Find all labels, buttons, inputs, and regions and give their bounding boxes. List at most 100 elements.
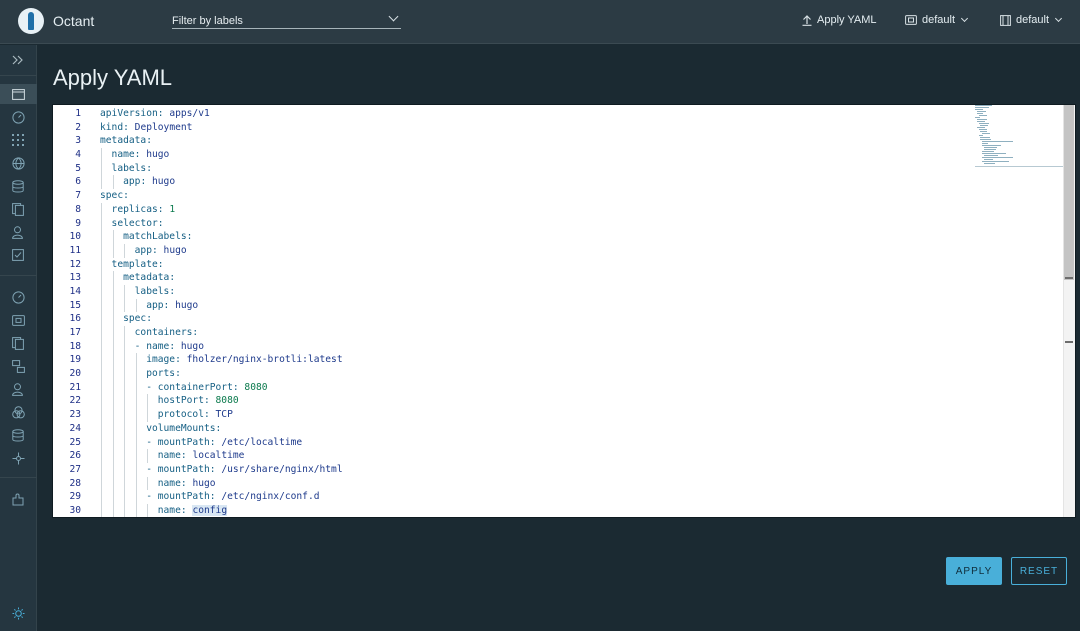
yaml-separator: : <box>169 340 181 352</box>
yaml-separator: : <box>209 436 222 448</box>
line-number: 18 <box>69 340 81 352</box>
namespace-select[interactable]: default <box>905 14 969 26</box>
line-number: 15 <box>69 299 81 311</box>
editor-line: 23 protocol: TCP <box>53 408 1063 422</box>
editor-line: 18 - name: hugo <box>53 339 1063 354</box>
code-text: containers: <box>100 326 199 340</box>
sidebar-divider <box>0 75 37 76</box>
reset-button[interactable]: RESET <box>1011 557 1067 585</box>
events-icon[interactable] <box>10 247 26 263</box>
code-text: name: hugo <box>100 477 216 491</box>
code-text: - mountPath: /etc/nginx/conf.d <box>100 490 319 504</box>
minimap-line <box>976 121 985 122</box>
yaml-value: 1 <box>169 203 176 215</box>
minimap-line <box>976 127 985 128</box>
overview-icon[interactable] <box>10 86 26 102</box>
editor-line: 30 name: config <box>53 503 1063 517</box>
code-text: apiVersion: apps/v1 <box>100 107 210 121</box>
config-files-icon[interactable] <box>10 201 26 217</box>
minimap-line <box>978 115 987 116</box>
yaml-separator: : <box>186 231 193 243</box>
network-globe-icon[interactable] <box>10 155 26 171</box>
editor-scrollbar-thumb[interactable] <box>1064 105 1074 280</box>
yaml-value: 8080 <box>244 381 268 393</box>
code-text: protocol: TCP <box>100 408 233 422</box>
yaml-separator: : <box>175 354 187 366</box>
editor-line: 7 spec: <box>53 189 1063 203</box>
line-number: 11 <box>69 244 81 256</box>
port-forward-icon[interactable] <box>10 404 26 420</box>
yaml-separator: : <box>123 190 129 202</box>
custom-resources-icon[interactable] <box>10 335 26 351</box>
brand[interactable]: Octant <box>18 8 94 34</box>
line-number: 26 <box>69 450 81 462</box>
line-number: 24 <box>69 422 81 434</box>
context-select[interactable]: default <box>1000 14 1063 26</box>
cluster-dashboard-icon[interactable] <box>10 289 26 305</box>
theme-toggle-icon[interactable] <box>10 605 26 621</box>
editor-line: 4 name: hugo <box>53 148 1063 162</box>
yaml-value: hugo <box>146 149 170 161</box>
editor-line: 11 app: hugo <box>53 243 1063 258</box>
minimap-line <box>975 105 993 106</box>
octant-logo-icon <box>18 8 44 34</box>
yaml-separator: : <box>163 299 176 311</box>
editor-minimap[interactable] <box>975 105 1065 169</box>
line-number: 8 <box>75 203 81 215</box>
storage-classes-icon[interactable] <box>10 427 26 443</box>
editor-line: 5 labels: <box>53 161 1063 176</box>
yaml-separator: : <box>123 121 135 133</box>
yaml-key: labels <box>100 285 170 297</box>
expand-icon[interactable] <box>10 52 26 68</box>
line-number: 5 <box>75 162 81 174</box>
plugin-icon[interactable] <box>10 491 26 507</box>
yaml-editor[interactable]: 1 apiVersion: apps/v1 2 kind: Deployment 3 me… <box>52 104 1076 518</box>
dashboard-icon[interactable] <box>10 109 26 125</box>
apply-yaml-label: Apply YAML <box>817 14 877 26</box>
yaml-separator: : <box>169 272 176 284</box>
minimap-line <box>980 137 991 138</box>
code-text: name: config <box>100 504 228 517</box>
workloads-grid-icon[interactable] <box>10 132 26 148</box>
yaml-key: containers <box>100 327 193 338</box>
chevron-down-icon <box>1054 14 1063 23</box>
yaml-value: config <box>192 504 228 516</box>
yaml-key: matchLabels <box>100 231 187 243</box>
yaml-key: volumeMounts <box>100 422 216 434</box>
yaml-value: localtime <box>192 450 245 462</box>
line-number: 17 <box>69 327 81 338</box>
yaml-key: - mountPath <box>100 491 210 503</box>
storage-icon[interactable] <box>10 178 26 194</box>
scroll-marker <box>1065 341 1073 343</box>
editor-line: 20 ports: <box>53 367 1063 381</box>
editor-line: 14 labels: <box>53 284 1063 299</box>
yaml-key: kind <box>100 121 124 133</box>
line-number: 29 <box>69 491 81 503</box>
editor-line: 8 replicas: 1 <box>53 202 1063 217</box>
rbac-user-icon[interactable] <box>10 224 26 240</box>
code-text: app: hugo <box>100 244 187 258</box>
code-text: spec: <box>100 312 152 326</box>
line-number: 1 <box>75 108 81 119</box>
editor-scrollbar[interactable] <box>1063 105 1075 517</box>
label-filter-select[interactable]: Filter by labels <box>172 11 401 29</box>
roles-icon[interactable] <box>10 381 26 397</box>
code-text: app: hugo <box>100 299 198 313</box>
nodes-icon[interactable] <box>10 358 26 374</box>
editor-line: 17 containers: <box>53 326 1063 340</box>
yaml-separator: : <box>180 477 193 489</box>
apply-yaml-button[interactable]: Apply YAML <box>802 14 877 26</box>
yaml-value: apps/v1 <box>169 108 210 119</box>
minimap-viewport-edge <box>975 166 1065 167</box>
namespaces-icon[interactable] <box>10 312 26 328</box>
api-icon[interactable] <box>10 450 26 466</box>
minimap-line <box>982 151 994 152</box>
editor-line: 24 volumeMounts: <box>53 421 1063 436</box>
yaml-value: hugo <box>175 299 199 311</box>
yaml-key: spec <box>100 190 124 202</box>
apply-button[interactable]: APPLY <box>946 557 1002 585</box>
editor-line: 13 metadata: <box>53 271 1063 285</box>
minimap-line <box>980 131 987 132</box>
line-number: 19 <box>69 354 81 366</box>
namespace-icon <box>905 15 917 25</box>
